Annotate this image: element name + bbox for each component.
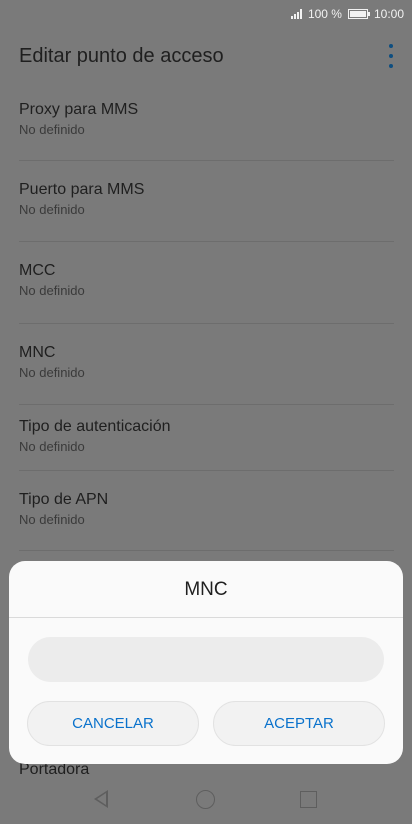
settings-item-value: No definido	[19, 122, 85, 137]
nav-home-icon[interactable]	[196, 790, 215, 809]
settings-item-label: MCC	[19, 262, 56, 279]
settings-item-value: No definido	[19, 439, 85, 454]
settings-item-label: Tipo de APN	[19, 491, 109, 508]
settings-item-mcc[interactable]: MCC No definido	[0, 242, 412, 324]
settings-item-mms-port[interactable]: Puerto para MMS No definido	[0, 161, 412, 242]
status-bar: 100 % 10:00	[0, 0, 412, 28]
settings-item-label: MNC	[19, 344, 56, 361]
mnc-input[interactable]	[28, 637, 384, 682]
settings-item-label: Proxy para MMS	[19, 101, 139, 118]
settings-item-apn-type[interactable]: Tipo de APN No definido	[0, 471, 412, 551]
mnc-dialog: MNC CANCELAR ACEPTAR	[9, 561, 403, 764]
dialog-divider	[9, 617, 403, 618]
settings-item-value: No definido	[19, 202, 85, 217]
accept-button[interactable]: ACEPTAR	[213, 701, 385, 746]
settings-item-value: No definido	[19, 283, 85, 298]
settings-item-label: Puerto para MMS	[19, 181, 145, 198]
battery-percentage: 100 %	[307, 7, 342, 21]
settings-item-mnc[interactable]: MNC No definido	[0, 324, 412, 405]
battery-icon	[347, 9, 370, 19]
nav-recent-icon[interactable]	[300, 791, 317, 808]
navigation-bar	[0, 776, 412, 824]
settings-item-auth-type[interactable]: Tipo de autenticación No definido	[0, 405, 412, 471]
settings-list: Proxy para MMS No definido Puerto para M…	[0, 84, 412, 551]
cancel-button[interactable]: CANCELAR	[27, 701, 199, 746]
settings-item-value: No definido	[19, 365, 85, 380]
app-bar: Editar punto de acceso	[0, 28, 412, 84]
signal-icon	[290, 9, 302, 19]
settings-item-label: Tipo de autenticación	[19, 418, 171, 435]
settings-item-value: No definido	[19, 512, 85, 527]
more-options-icon[interactable]	[388, 44, 394, 68]
clock: 10:00	[373, 7, 404, 21]
settings-item-mms-proxy[interactable]: Proxy para MMS No definido	[0, 84, 412, 161]
dialog-title: MNC	[184, 579, 228, 600]
page-title: Editar punto de acceso	[19, 44, 224, 67]
divider	[19, 550, 394, 551]
nav-back-icon[interactable]	[94, 790, 108, 808]
